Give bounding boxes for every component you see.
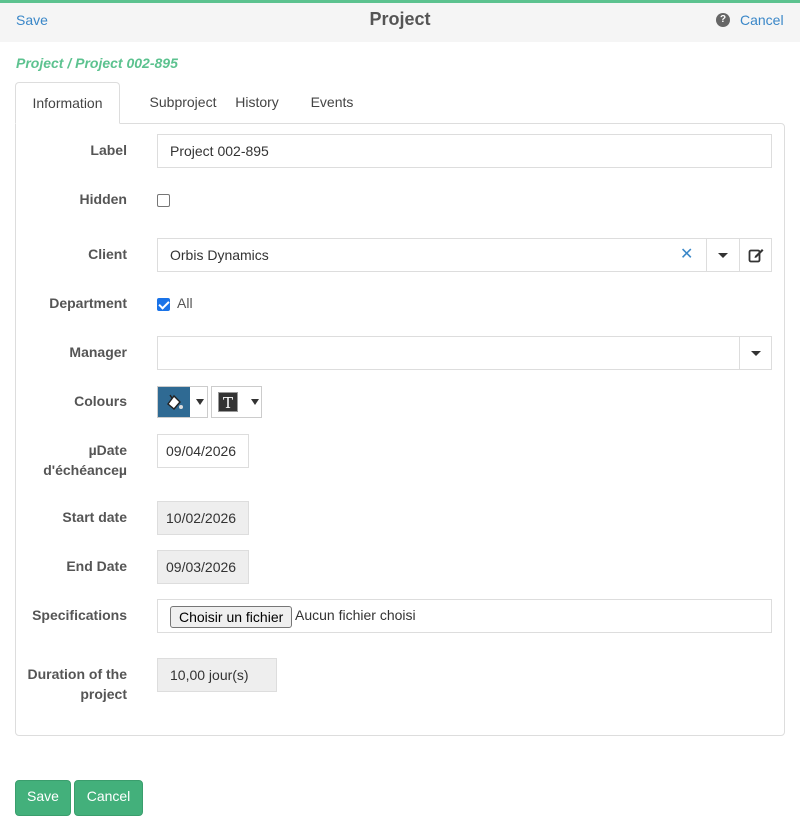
text-colour-picker[interactable]: T [211, 386, 262, 418]
client-select[interactable]: Orbis Dynamics ✕ [157, 238, 772, 272]
top-bar: Save Project ? Cancel [0, 3, 800, 42]
manager-select[interactable] [157, 336, 772, 370]
hidden-field-label: Hidden [79, 191, 127, 207]
manager-field-label: Manager [69, 344, 127, 360]
start-date-field-label: Start date [62, 509, 127, 525]
information-panel [15, 123, 785, 736]
start-date-input: 10/02/2026 [157, 501, 249, 535]
help-icon[interactable]: ? [716, 13, 730, 27]
end-date-input: 09/03/2026 [157, 550, 249, 584]
clear-icon[interactable]: ✕ [680, 239, 693, 271]
department-all-checkbox[interactable] [157, 298, 170, 311]
client-edit-button[interactable] [739, 239, 772, 271]
file-status-text: Aucun fichier choisi [295, 607, 416, 623]
specifications-file-input: Choisir un fichier Aucun fichier choisi [157, 599, 772, 633]
label-field-label: Label [90, 142, 127, 158]
caret-down-icon [196, 399, 204, 405]
tab-information[interactable]: Information [15, 82, 120, 124]
client-dropdown-button[interactable] [706, 239, 739, 271]
due-date-label-line1: µDate [88, 442, 127, 458]
manager-dropdown-button[interactable] [739, 337, 772, 369]
footer-cancel-button[interactable]: Cancel [74, 780, 143, 816]
duration-input: 10,00 jour(s) [157, 658, 277, 692]
edit-icon [748, 249, 764, 263]
client-value: Orbis Dynamics [170, 247, 269, 263]
caret-down-icon [251, 399, 259, 405]
tab-history[interactable]: History [222, 82, 292, 124]
page-title: Project [369, 9, 431, 29]
text-colour-icon: T [218, 392, 238, 412]
header-cancel-link[interactable]: Cancel [740, 12, 784, 28]
tab-events[interactable]: Events [299, 82, 365, 124]
duration-label-line2: project [80, 686, 127, 702]
due-date-input[interactable]: 09/04/2026 [157, 434, 249, 468]
footer-save-button[interactable]: Save [15, 780, 71, 816]
hidden-checkbox[interactable] [157, 194, 170, 207]
due-date-label-line2: d'échéanceµ [43, 462, 127, 478]
choose-file-button[interactable]: Choisir un fichier [170, 606, 293, 628]
background-colour-picker[interactable] [157, 386, 208, 418]
duration-label-line1: Duration of the [27, 666, 127, 682]
specifications-field-label: Specifications [32, 607, 127, 623]
paint-bucket-icon [158, 387, 190, 417]
department-all-label: All [177, 295, 193, 311]
colours-field-label: Colours [74, 393, 127, 409]
breadcrumb: Project / Project 002-895 [16, 55, 178, 71]
department-field-label: Department [49, 295, 127, 311]
end-date-field-label: End Date [66, 558, 127, 574]
label-input[interactable]: Project 002-895 [157, 134, 772, 168]
caret-down-icon [751, 351, 761, 356]
caret-down-icon [718, 253, 728, 258]
client-field-label: Client [88, 246, 127, 262]
